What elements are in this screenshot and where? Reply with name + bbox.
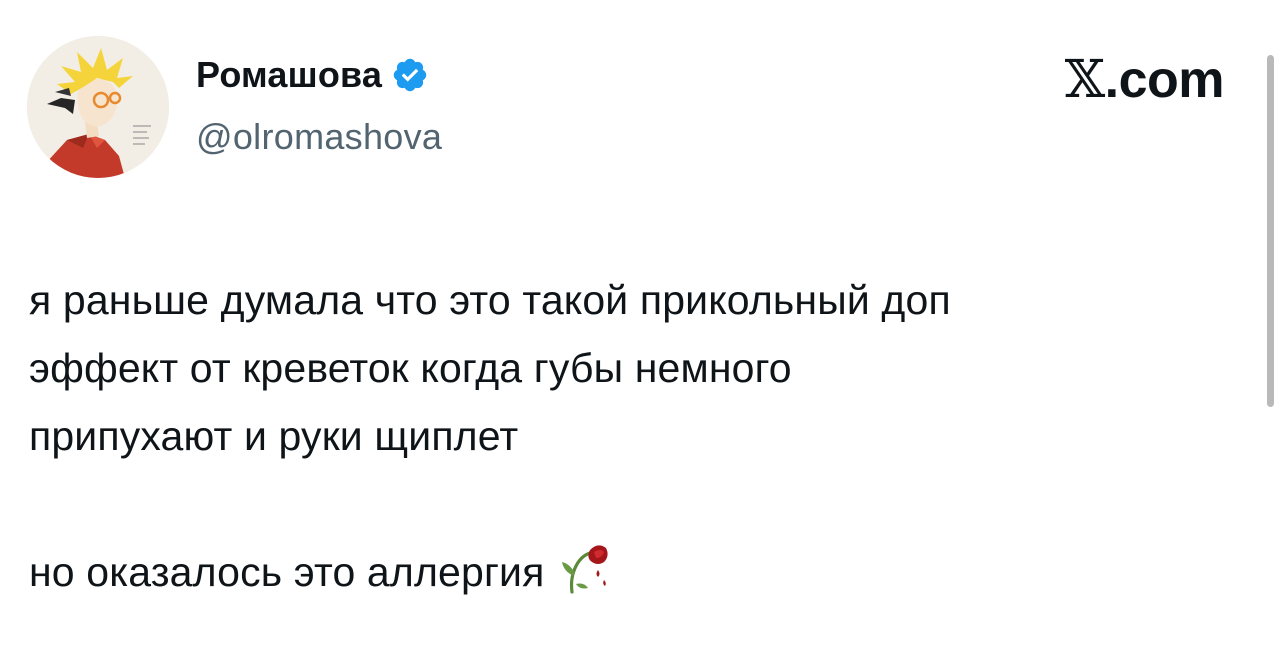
anime-character-avatar-icon xyxy=(27,36,169,178)
tweet-text: я раньше думала что это такой прикольный… xyxy=(29,266,1259,606)
author-display-name[interactable]: Ромашова xyxy=(196,54,382,96)
author-handle[interactable]: @olromashova xyxy=(196,116,442,158)
author-name-row[interactable]: Ромашова xyxy=(196,52,429,98)
vertical-scrollbar[interactable] xyxy=(1267,55,1274,407)
verified-badge-icon xyxy=(393,58,427,92)
author-avatar[interactable] xyxy=(27,36,169,178)
tweet-paragraph: я раньше думала что это такой прикольный… xyxy=(29,277,951,459)
brand-domain: .com xyxy=(1104,51,1225,109)
x-logo-icon: 𝕏 xyxy=(1064,50,1105,110)
x-brand-logo: 𝕏.com xyxy=(1064,50,1225,110)
wilted-flower-icon xyxy=(562,545,609,594)
tweet-paragraph-text: но оказалось это аллергия xyxy=(29,549,545,595)
tweet-paragraph-final: но оказалось это аллергия xyxy=(29,538,1259,606)
